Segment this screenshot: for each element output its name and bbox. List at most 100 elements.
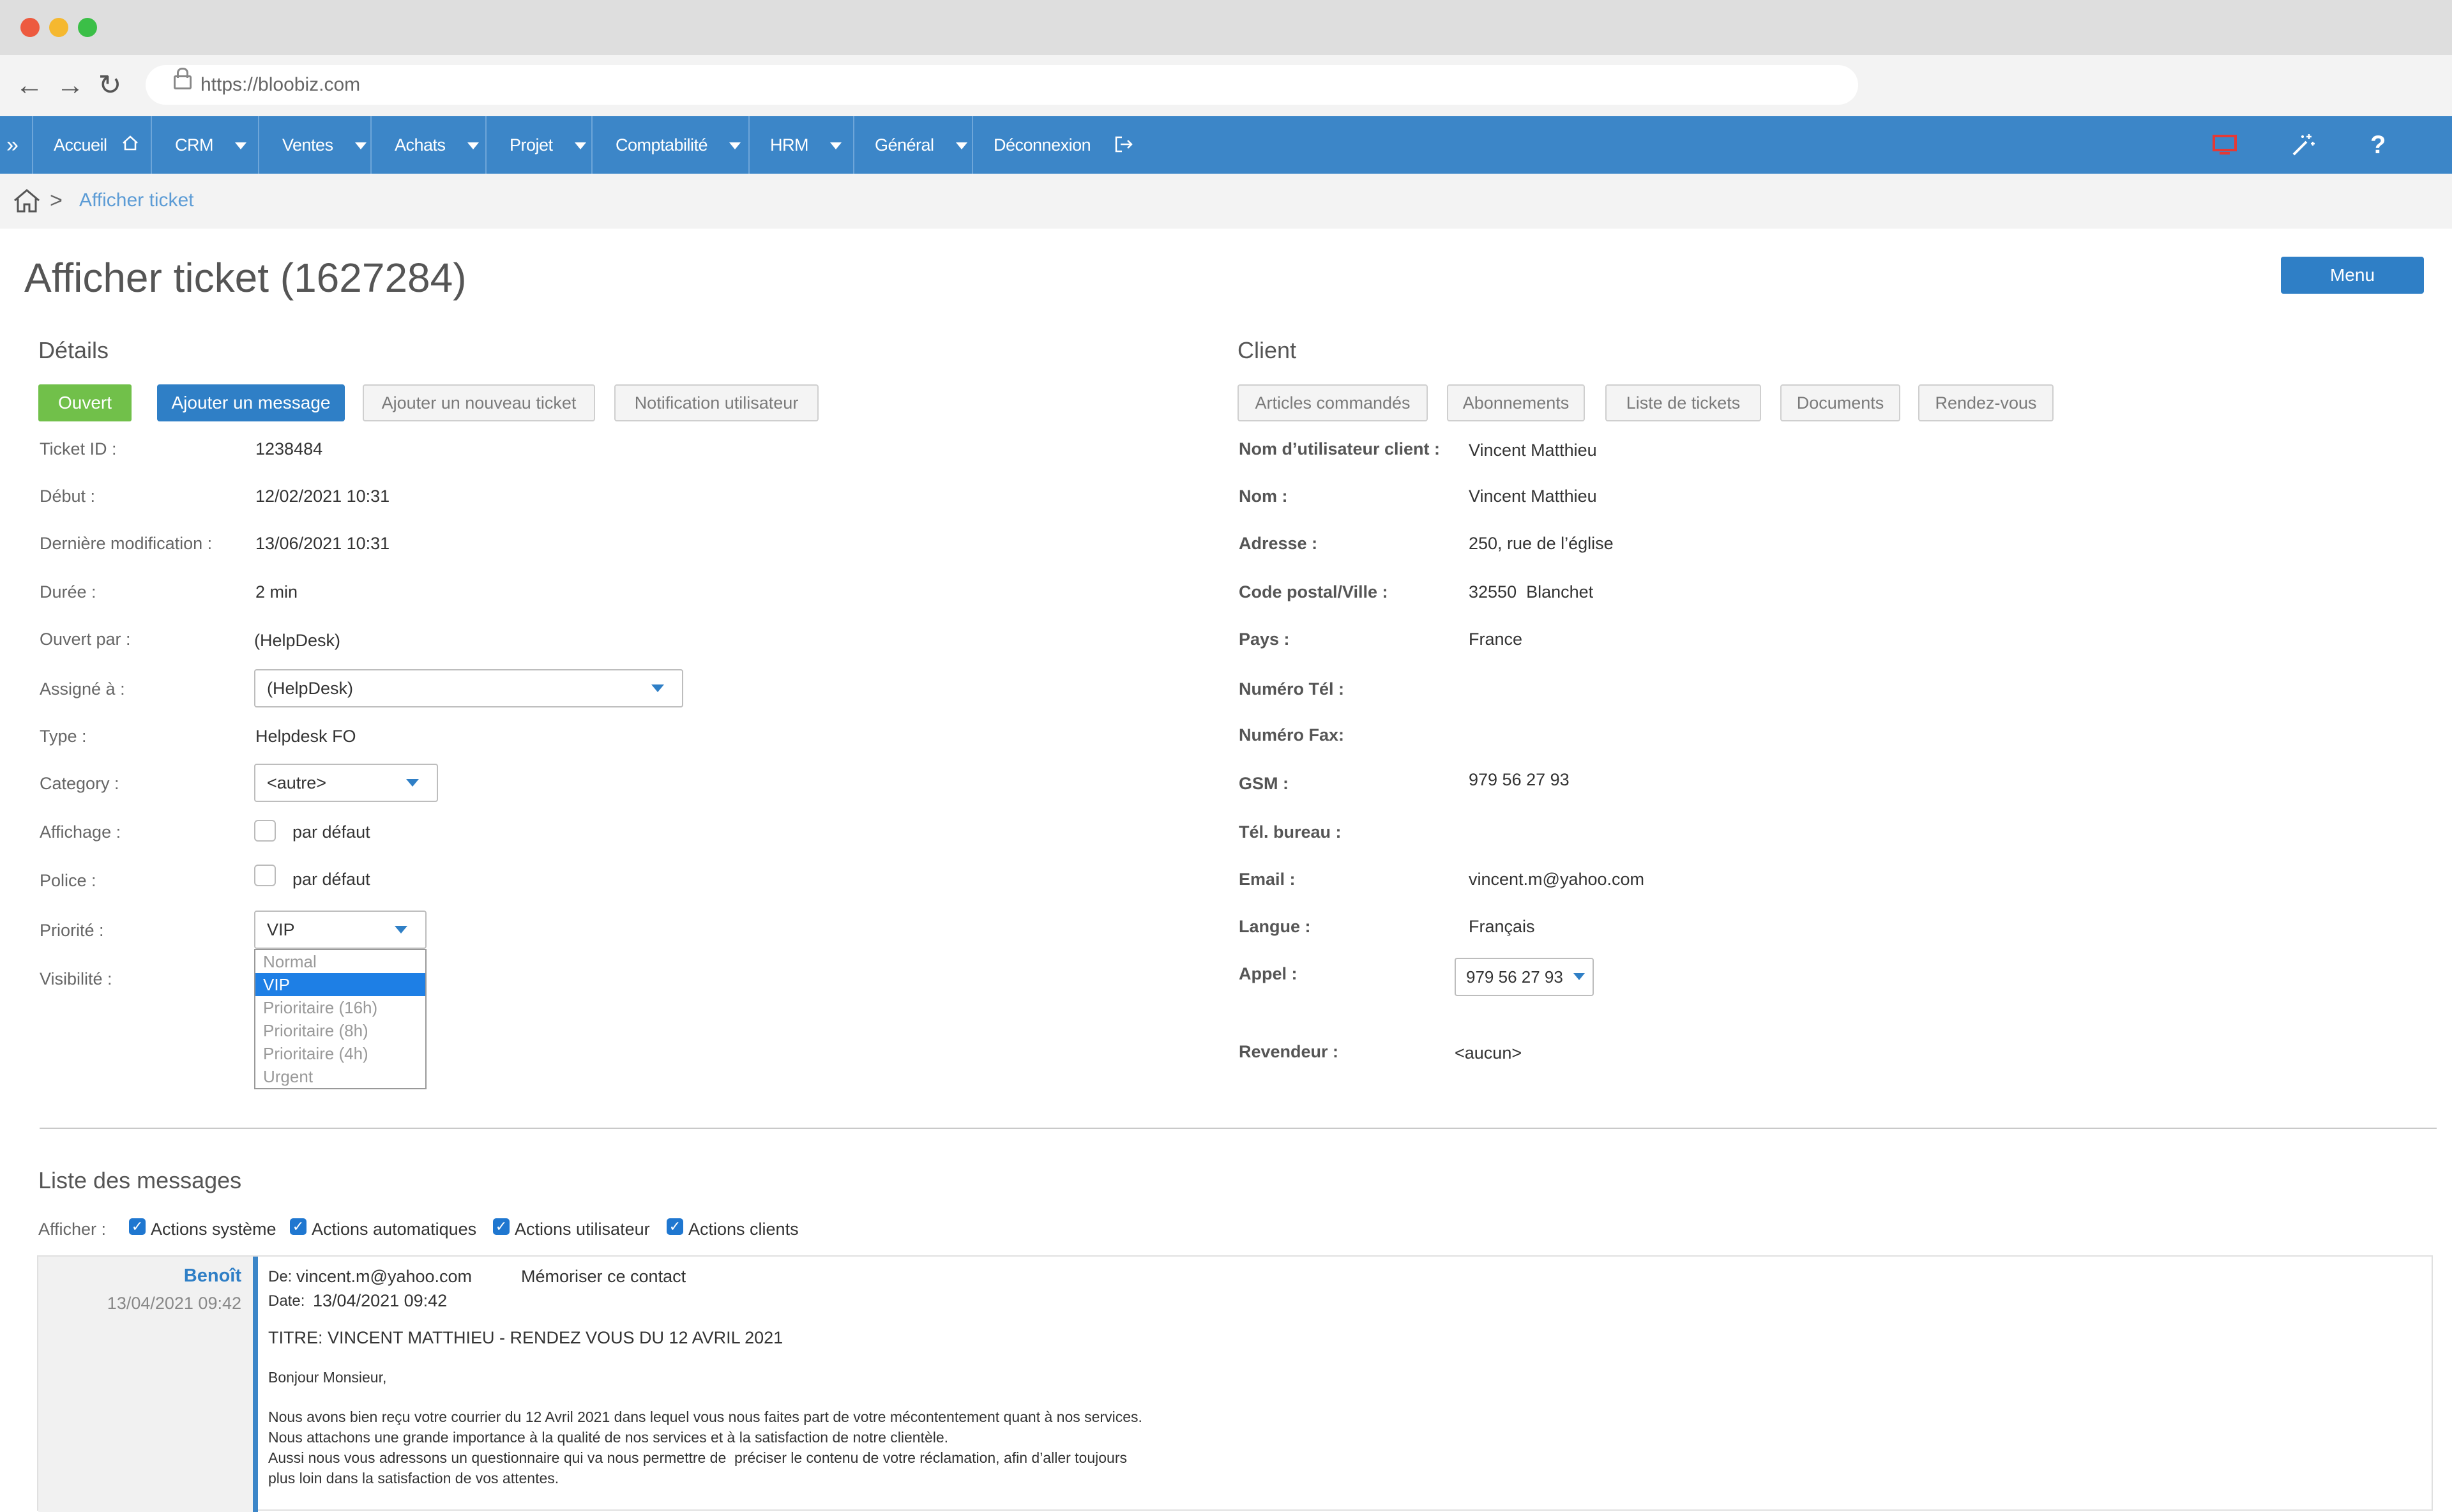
main-navbar: » Accueil CRM Ventes Achats Projet Compt… xyxy=(0,116,2452,174)
message-subject: TITRE: VINCENT MATTHIEU - RENDEZ VOUS DU… xyxy=(268,1328,783,1347)
client-username-value: Vincent Matthieu xyxy=(1469,441,1597,460)
chevron-down-icon xyxy=(406,779,419,787)
font-default-checkbox[interactable] xyxy=(254,865,276,886)
filter-automatic-checkbox[interactable]: ✓ xyxy=(290,1218,306,1235)
screen-share-icon[interactable] xyxy=(2212,134,2237,156)
nav-item-achats[interactable]: Achats xyxy=(395,116,479,174)
modified-value: 13/06/2021 10:31 xyxy=(255,534,390,553)
priority-option[interactable]: Prioritaire (16h) xyxy=(255,996,425,1019)
modified-label: Dernière modification : xyxy=(40,534,213,553)
client-zip-city-label: Code postal/Ville : xyxy=(1239,582,1388,601)
start-label: Début : xyxy=(40,487,96,506)
message-date: 13/04/2021 09:42 xyxy=(107,1294,241,1313)
back-arrow-icon[interactable]: ← xyxy=(11,68,47,103)
nav-item-projet[interactable]: Projet xyxy=(510,116,586,174)
message-body-line: plus loin dans la satisfaction de vos at… xyxy=(268,1470,559,1486)
display-default-label: par défaut xyxy=(292,822,370,842)
assigned-select[interactable]: (HelpDesk) xyxy=(254,669,683,707)
chevron-down-icon xyxy=(395,926,407,934)
message-body-line: Nous avons bien reçu votre courrier du 1… xyxy=(268,1409,1142,1425)
client-title: Client xyxy=(1237,337,1297,363)
chevron-down-icon xyxy=(1573,973,1585,980)
client-language-label: Langue : xyxy=(1239,917,1311,936)
add-new-ticket-button[interactable]: Ajouter un nouveau ticket xyxy=(363,384,595,421)
priority-option[interactable]: Prioritaire (4h) xyxy=(255,1042,425,1065)
appointments-button[interactable]: Rendez-vous xyxy=(1918,384,2054,421)
nav-item-ventes[interactable]: Ventes xyxy=(282,116,367,174)
subscriptions-button[interactable]: Abonnements xyxy=(1447,384,1585,421)
chevron-down-icon xyxy=(354,142,367,150)
add-message-button[interactable]: Ajouter un message xyxy=(157,384,345,421)
status-open-button[interactable]: Ouvert xyxy=(38,384,132,421)
display-label: Affichage : xyxy=(40,822,121,842)
filter-clients-label: Actions clients xyxy=(688,1220,799,1239)
message-body-line: Aussi nous vous adressons un questionnai… xyxy=(268,1449,1127,1466)
nav-item-deconnexion[interactable]: Déconnexion xyxy=(994,116,1133,174)
priority-label: Priorité : xyxy=(40,921,104,940)
client-country-value: France xyxy=(1469,630,1523,649)
lock-icon xyxy=(174,68,192,89)
priority-option[interactable]: Urgent xyxy=(255,1065,425,1088)
section-divider xyxy=(40,1128,2437,1129)
priority-option-selected[interactable]: VIP xyxy=(255,973,425,996)
forward-arrow-icon[interactable]: → xyxy=(52,68,88,103)
filter-user-label: Actions utilisateur xyxy=(515,1220,650,1239)
ticket-id-value: 1238484 xyxy=(255,439,323,458)
filter-system-checkbox[interactable]: ✓ xyxy=(129,1218,146,1235)
client-email-value[interactable]: vincent.m@yahoo.com xyxy=(1469,870,1644,889)
nav-item-comptabilite[interactable]: Comptabilité xyxy=(616,116,741,174)
nav-item-crm[interactable]: CRM xyxy=(175,116,246,174)
chevron-down-icon xyxy=(467,142,479,150)
client-reseller-value: <aucun> xyxy=(1455,1043,1522,1062)
nav-item-general[interactable]: Général xyxy=(875,116,967,174)
main-menu-button[interactable]: Menu principal xyxy=(2281,257,2424,322)
magic-wand-icon[interactable] xyxy=(2290,132,2317,158)
type-label: Type : xyxy=(40,727,87,746)
client-username-label: Nom d’utilisateur client : xyxy=(1239,439,1441,458)
client-name-label: Nom : xyxy=(1239,487,1288,506)
assigned-label: Assigné à : xyxy=(40,679,125,699)
close-window-icon[interactable] xyxy=(20,18,40,37)
priority-option[interactable]: Normal xyxy=(255,950,425,973)
client-gsm-label: GSM : xyxy=(1239,774,1289,793)
message-author[interactable]: Benoît xyxy=(184,1266,241,1287)
opened-by-value: (HelpDesk) xyxy=(254,631,341,650)
message-meta: Benoît 13/04/2021 09:42 xyxy=(38,1257,253,1512)
expand-menu-icon[interactable]: » xyxy=(6,116,19,174)
maximize-window-icon[interactable] xyxy=(78,18,97,37)
ticket-id-label: Ticket ID : xyxy=(40,439,117,458)
opened-by-label: Ouvert par : xyxy=(40,630,131,649)
address-bar[interactable]: https://bloobiz.com xyxy=(146,65,1858,105)
call-number-select[interactable]: 979 56 27 93 xyxy=(1455,958,1594,996)
type-value: Helpdesk FO xyxy=(255,727,356,746)
minimize-window-icon[interactable] xyxy=(49,18,68,37)
message-body-line: Nous attachons une grande importance à l… xyxy=(268,1429,949,1446)
documents-button[interactable]: Documents xyxy=(1780,384,1900,421)
from-label: De: xyxy=(268,1268,292,1285)
client-name-value: Vincent Matthieu xyxy=(1469,487,1597,506)
home-icon[interactable] xyxy=(13,188,41,213)
priority-option[interactable]: Prioritaire (8h) xyxy=(255,1019,425,1042)
chevron-right-icon: > xyxy=(50,188,63,213)
nav-item-hrm[interactable]: HRM xyxy=(770,116,842,174)
browser-titlebar xyxy=(0,0,2452,55)
breadcrumb-current[interactable]: Afficher ticket xyxy=(79,188,194,213)
ordered-items-button[interactable]: Articles commandés xyxy=(1237,384,1428,421)
details-title: Détails xyxy=(38,337,109,363)
ticket-list-button[interactable]: Liste de tickets xyxy=(1605,384,1761,421)
client-country-label: Pays : xyxy=(1239,630,1290,649)
client-call-label: Appel : xyxy=(1239,964,1298,983)
client-zip-city-value: 32550 Blanchet xyxy=(1469,582,1594,601)
notify-user-button[interactable]: Notification utilisateur xyxy=(614,384,819,421)
filter-user-checkbox[interactable]: ✓ xyxy=(493,1218,510,1235)
priority-select[interactable]: VIP xyxy=(254,911,427,949)
category-select[interactable]: <autre> xyxy=(254,764,438,802)
filter-clients-checkbox[interactable]: ✓ xyxy=(667,1218,683,1235)
reload-icon[interactable]: ↻ xyxy=(92,68,128,103)
memorize-contact-link[interactable]: Mémoriser ce contact xyxy=(521,1267,686,1287)
message-item: Benoît 13/04/2021 09:42 De: vincent.m@ya… xyxy=(37,1255,2433,1512)
help-icon[interactable]: ? xyxy=(2370,116,2386,174)
nav-item-accueil[interactable]: Accueil xyxy=(54,116,139,174)
messages-title: Liste des messages xyxy=(38,1167,242,1193)
display-default-checkbox[interactable] xyxy=(254,820,276,842)
